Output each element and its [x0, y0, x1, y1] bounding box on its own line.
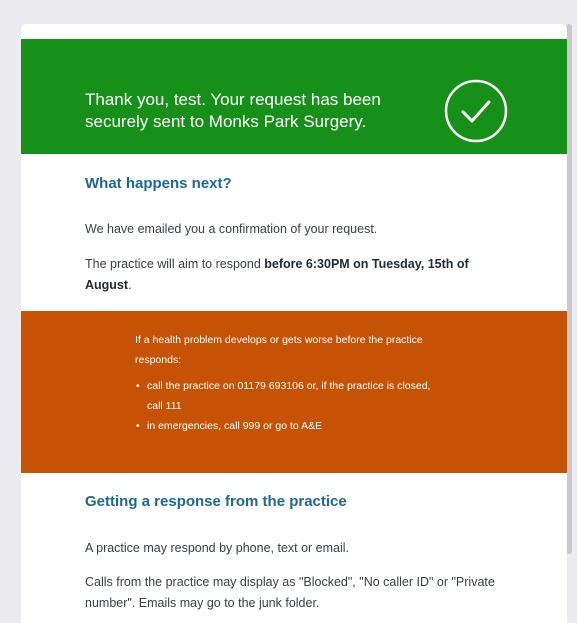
response-methods-text: A practice may respond by phone, text or…	[85, 541, 350, 555]
response-time-text: The practice will aim to respond before …	[85, 254, 505, 296]
response-time-suffix: .	[128, 278, 132, 292]
check-circle-icon	[444, 79, 508, 143]
getting-response-section: Getting a response from the practice	[85, 493, 515, 510]
what-happens-next-section: What happens next?	[85, 175, 515, 192]
success-banner: Thank you, test. Your request has been s…	[21, 39, 567, 154]
caller-id-note-wrap: Calls from the practice may display as "…	[85, 572, 505, 614]
what-happens-next-heading: What happens next?	[85, 175, 232, 192]
response-methods-wrap: A practice may respond by phone, text or…	[85, 538, 515, 559]
success-message: Thank you, test. Your request has been s…	[85, 90, 381, 131]
warning-body: If a health problem develops or gets wor…	[135, 330, 435, 436]
getting-response-heading: Getting a response from the practice	[85, 493, 347, 510]
warning-list: call the practice on 01179 693106 or, if…	[135, 376, 435, 436]
response-time-text-wrap: The practice will aim to respond before …	[85, 254, 505, 296]
caller-id-note-text: Calls from the practice may display as "…	[85, 575, 495, 610]
warning-item-call-practice: call the practice on 01179 693106 or, if…	[135, 376, 435, 416]
warning-intro: If a health problem develops or gets wor…	[135, 334, 423, 366]
response-time-prefix: The practice will aim to respond	[85, 257, 265, 271]
confirmation-card: Thank you, test. Your request has been s…	[21, 24, 567, 623]
warning-item-emergencies: in emergencies, call 999 or go to A&E	[135, 416, 435, 436]
urgent-care-warning: If a health problem develops or gets wor…	[21, 311, 567, 473]
email-confirmation-text: We have emailed you a confirmation of yo…	[85, 222, 378, 236]
email-confirmation-text-wrap: We have emailed you a confirmation of yo…	[85, 219, 515, 240]
